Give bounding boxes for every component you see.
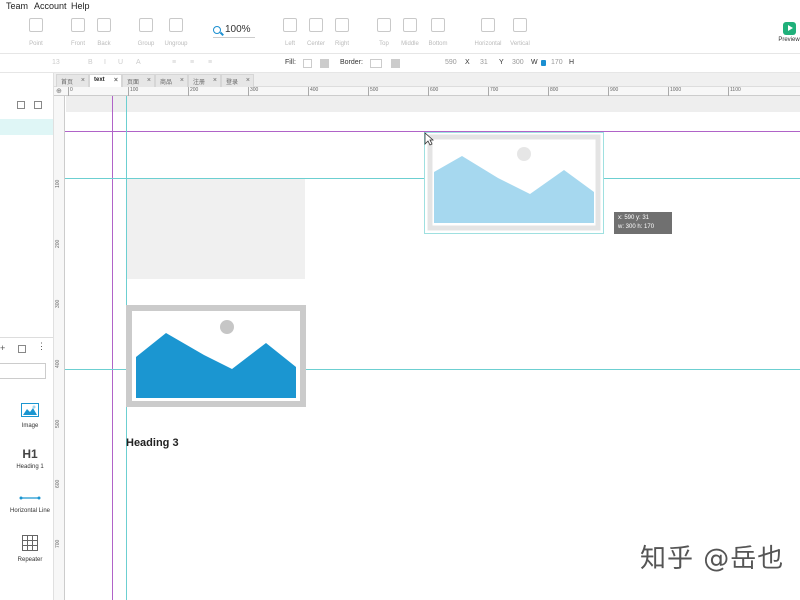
- close-icon[interactable]: ×: [213, 77, 217, 84]
- horizontal-line-icon: [19, 496, 41, 500]
- repeater-icon: [22, 535, 38, 551]
- position-tooltip: x: 590 y: 31 w: 300 h: 170: [614, 212, 672, 234]
- fill-label: Fill:: [285, 59, 296, 66]
- underline-icon[interactable]: U: [118, 59, 123, 66]
- position-readout: x: 590 y: 31: [618, 215, 650, 221]
- back-icon: [97, 18, 111, 32]
- widget-heading-1[interactable]: H1 Heading 1: [3, 447, 57, 470]
- tab-product[interactable]: 商品 ×: [155, 74, 188, 87]
- widget-horizontal-line[interactable]: Horizontal Line: [3, 493, 57, 514]
- size-readout: w: 300 h: 170: [618, 224, 655, 230]
- align-middle-icon: [403, 18, 417, 32]
- widget-search-input[interactable]: [0, 363, 46, 379]
- tab-text[interactable]: text ×: [89, 74, 122, 87]
- folder-icon[interactable]: [34, 101, 42, 109]
- y-field[interactable]: 31: [480, 59, 488, 66]
- panel-divider: [0, 337, 53, 338]
- align-right-icon: [335, 18, 349, 32]
- close-icon[interactable]: ×: [246, 77, 250, 84]
- align-text-center-icon[interactable]: ≡: [190, 59, 194, 66]
- page-tabs: 首页 × text × 页面 × 商品 × 注册 × 登录 ×: [54, 73, 800, 87]
- add-icon[interactable]: +: [0, 343, 5, 353]
- point-icon: [29, 18, 43, 32]
- border-color-swatch[interactable]: [370, 59, 382, 68]
- tab-login[interactable]: 登录 ×: [221, 74, 254, 87]
- distribute-horizontal-icon: [481, 18, 495, 32]
- vertical-ruler: 100 200 300 400 500 600 700: [54, 96, 65, 600]
- library-icon[interactable]: [18, 345, 26, 353]
- bold-icon[interactable]: B: [88, 59, 93, 66]
- align-text-left-icon[interactable]: ≡: [172, 59, 176, 66]
- left-panel: + ⋮ Image H1 Heading 1 Horizontal Line R…: [0, 73, 54, 600]
- w-field[interactable]: 300: [512, 59, 524, 66]
- border-label: Border:: [340, 59, 363, 66]
- w-label: W: [531, 59, 538, 66]
- y-label: Y: [499, 59, 504, 66]
- image-icon: [21, 403, 39, 417]
- menu-team[interactable]: Team: [6, 1, 28, 11]
- cursor-icon: [424, 132, 434, 146]
- guide-vertical-purple[interactable]: [112, 96, 113, 600]
- point-button[interactable]: Point: [14, 18, 58, 47]
- heading-icon: H1: [22, 447, 38, 461]
- distribute-vertical-button[interactable]: Vertical: [498, 18, 542, 47]
- style-bar: 13 B I U A ≡ ≡ ≡ Fill: Border: 590 X 31 …: [0, 55, 800, 73]
- fill-color-swatch[interactable]: [303, 59, 312, 68]
- widget-image[interactable]: Image: [3, 403, 57, 429]
- heading-3-text[interactable]: Heading 3: [126, 437, 179, 449]
- italic-icon[interactable]: I: [104, 59, 106, 66]
- ruler-origin-icon: ⊕: [56, 88, 62, 95]
- ungroup-icon: [169, 18, 183, 32]
- h-label: H: [569, 59, 575, 66]
- more-icon[interactable]: ⋮: [37, 341, 46, 352]
- h-field[interactable]: 170: [551, 59, 563, 66]
- horizontal-ruler: ⊕ 0 100 200 300 400 500 600 700 800 900 …: [54, 87, 800, 96]
- align-bottom-icon: [431, 18, 445, 32]
- close-icon[interactable]: ×: [114, 77, 118, 84]
- text-color-icon[interactable]: A: [136, 59, 141, 66]
- back-button[interactable]: Back: [82, 18, 126, 47]
- zoom-control[interactable]: 100%: [213, 24, 255, 38]
- menu-bar: Team Account Help: [0, 0, 800, 14]
- border-style-icon[interactable]: [391, 59, 400, 68]
- preview-button[interactable]: Preview: [778, 22, 800, 43]
- play-icon: [782, 22, 796, 35]
- close-icon[interactable]: ×: [180, 77, 184, 84]
- menu-help[interactable]: Help: [71, 1, 90, 11]
- close-icon[interactable]: ×: [147, 77, 151, 84]
- selected-page-row[interactable]: [0, 119, 53, 135]
- x-label: X: [465, 59, 470, 66]
- lock-icon[interactable]: [541, 60, 546, 66]
- tab-page[interactable]: 页面 ×: [122, 74, 155, 87]
- close-icon[interactable]: ×: [81, 77, 85, 84]
- image-widget[interactable]: [126, 305, 306, 407]
- tab-home[interactable]: 首页 ×: [56, 74, 89, 87]
- image-widget-drag-preview[interactable]: [424, 132, 604, 234]
- zoom-value: 100%: [225, 24, 251, 35]
- align-right-button[interactable]: Right: [320, 18, 364, 47]
- tab-register[interactable]: 注册 ×: [188, 74, 221, 87]
- main-toolbar: Point Front Back Group Ungroup 100% Left…: [0, 14, 800, 54]
- page-icon[interactable]: [17, 101, 25, 109]
- zoom-icon: [213, 26, 221, 34]
- font-size-select[interactable]: 13: [52, 59, 60, 66]
- canvas-margin: [66, 96, 800, 112]
- align-text-right-icon[interactable]: ≡: [208, 59, 212, 66]
- group-icon: [139, 18, 153, 32]
- ungroup-button[interactable]: Ungroup: [154, 18, 198, 47]
- menu-account[interactable]: Account: [34, 1, 67, 11]
- placeholder-box[interactable]: [127, 179, 305, 279]
- x-field[interactable]: 590: [445, 59, 457, 66]
- align-bottom-button[interactable]: Bottom: [416, 18, 460, 47]
- widget-repeater[interactable]: Repeater: [3, 535, 57, 563]
- distribute-vertical-icon: [513, 18, 527, 32]
- fill-style-icon[interactable]: [320, 59, 329, 68]
- watermark: 知乎 @岳也: [640, 544, 785, 574]
